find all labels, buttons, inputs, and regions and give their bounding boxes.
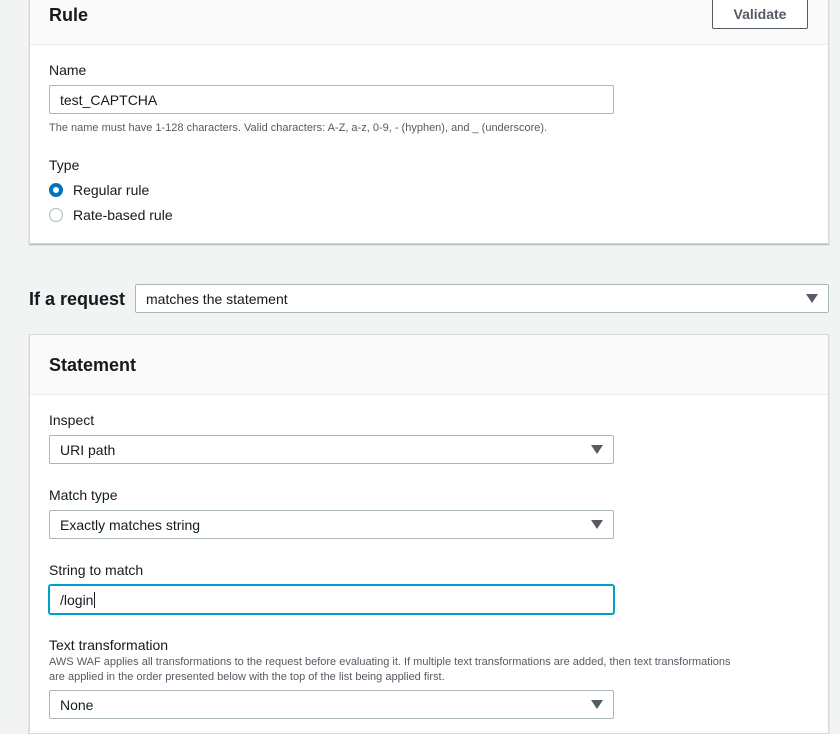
validate-button[interactable]: Validate — [712, 0, 808, 29]
text-transformation-hint: AWS WAF applies all transformations to t… — [49, 656, 731, 683]
match-type-value: Exactly matches string — [60, 516, 201, 533]
radio-rate-based-rule-label: Rate-based rule — [73, 207, 173, 223]
statement-title: Statement — [49, 355, 137, 375]
string-to-match-input[interactable]: /login — [49, 585, 614, 614]
radio-rate-based-rule[interactable]: Rate-based rule — [49, 207, 173, 223]
name-label: Name — [49, 62, 87, 78]
dropdown-arrow-icon — [806, 294, 818, 303]
dropdown-arrow-icon — [591, 445, 603, 454]
inspect-value: URI path — [60, 441, 116, 458]
radio-checked-icon[interactable] — [49, 183, 63, 197]
name-input[interactable]: test_CAPTCHA — [49, 85, 614, 114]
radio-unchecked-icon[interactable] — [49, 208, 63, 222]
match-type-label: Match type — [49, 487, 118, 503]
text-transformation-value: None — [60, 696, 94, 713]
statement-panel-header: Statement — [30, 335, 828, 395]
if-a-request-label: If a request — [29, 289, 126, 309]
rule-panel-header: Rule Validate — [30, 0, 828, 45]
text-transformation-select[interactable]: None — [49, 690, 614, 719]
request-condition-value: matches the statement — [146, 290, 288, 307]
request-condition-select[interactable]: matches the statement — [135, 284, 829, 313]
inspect-label: Inspect — [49, 412, 95, 428]
rule-title: Rule — [49, 5, 89, 25]
statement-panel: Statement Inspect URI path Match type Ex… — [29, 334, 829, 734]
text-cursor — [94, 591, 96, 608]
string-to-match-value: /login — [60, 591, 94, 608]
rule-panel: Rule Validate Name test_CAPTCHA The name… — [29, 0, 829, 244]
name-input-value: test_CAPTCHA — [60, 91, 158, 108]
text-transformation-label: Text transformation — [49, 637, 169, 653]
type-label: Type — [49, 157, 80, 173]
name-hint: The name must have 1-128 characters. Val… — [49, 122, 548, 134]
dropdown-arrow-icon — [591, 520, 603, 529]
radio-regular-rule-label: Regular rule — [73, 182, 150, 198]
dropdown-arrow-icon — [591, 700, 603, 709]
inspect-select[interactable]: URI path — [49, 435, 614, 464]
string-to-match-label: String to match — [49, 562, 144, 578]
match-type-select[interactable]: Exactly matches string — [49, 510, 614, 539]
radio-regular-rule[interactable]: Regular rule — [49, 182, 149, 198]
